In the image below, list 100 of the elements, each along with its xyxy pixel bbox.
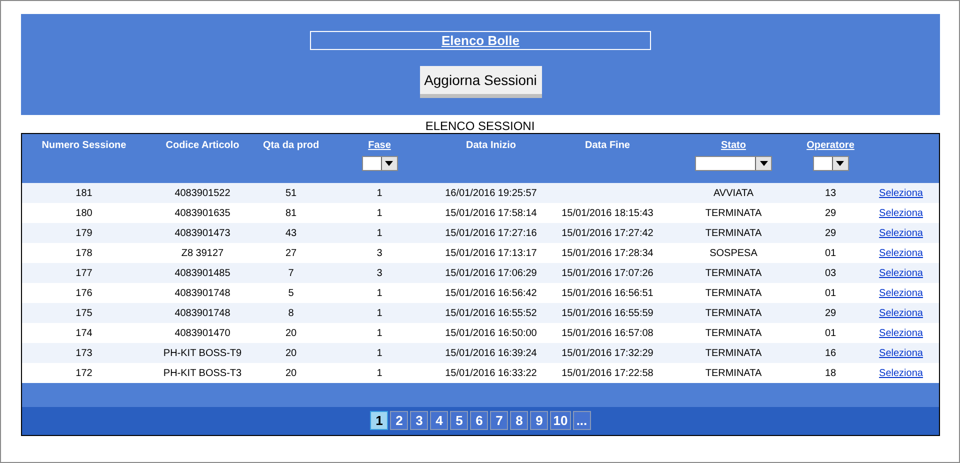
page-link[interactable]: 2 xyxy=(390,411,408,430)
table-cell: 15/01/2016 16:56:42 xyxy=(445,288,537,298)
table-cell: 15/01/2016 17:06:29 xyxy=(445,268,537,278)
page-title: Elenco Bolle xyxy=(310,31,651,50)
table-cell: 15/01/2016 16:33:22 xyxy=(445,368,537,378)
table-cell: 1 xyxy=(376,308,382,318)
table-cell: 4083901635 xyxy=(174,208,230,218)
table-cell: 178 xyxy=(76,248,92,258)
table-cell: 8 xyxy=(288,308,294,318)
table-cell: 177 xyxy=(76,268,92,278)
table-cell: PH-KIT BOSS-T3 xyxy=(163,368,242,378)
table-cell: 29 xyxy=(824,308,836,318)
select-link[interactable]: Seleziona xyxy=(879,328,923,338)
select-link[interactable]: Seleziona xyxy=(879,288,923,298)
page-link[interactable]: 4 xyxy=(430,411,448,430)
table-cell: 4083901748 xyxy=(174,288,230,298)
table-cell: TERMINATA xyxy=(705,348,762,358)
table-cell: 5 xyxy=(288,288,294,298)
table-cell: 51 xyxy=(285,188,297,198)
page-link[interactable]: 5 xyxy=(450,411,468,430)
filter-dropdown[interactable] xyxy=(362,156,398,171)
table-cell: 15/01/2016 18:15:43 xyxy=(562,208,654,218)
table-cell: 15/01/2016 17:13:17 xyxy=(445,248,537,258)
table-cell: 180 xyxy=(76,208,92,218)
column-header[interactable]: Fase xyxy=(368,140,391,150)
table-cell: 20 xyxy=(285,368,297,378)
page-link[interactable]: 1 xyxy=(370,411,388,430)
table-cell: TERMINATA xyxy=(705,368,762,378)
table-cell: 1 xyxy=(376,208,382,218)
table-cell: 01 xyxy=(824,248,836,258)
table-cell: 1 xyxy=(376,288,382,298)
table-cell: TERMINATA xyxy=(705,308,762,318)
column-header: Data Fine xyxy=(584,140,630,150)
table-cell: PH-KIT BOSS-T9 xyxy=(163,348,242,358)
table-cell: 15/01/2016 16:39:24 xyxy=(445,348,537,358)
table-cell: 15/01/2016 17:27:42 xyxy=(562,228,654,238)
select-link[interactable]: Seleziona xyxy=(879,208,923,218)
table-cell: TERMINATA xyxy=(705,228,762,238)
caret-icon xyxy=(760,161,768,166)
table-cell: 20 xyxy=(285,348,297,358)
table-cell: 4083901748 xyxy=(174,308,230,318)
caret-icon xyxy=(385,161,393,166)
table-cell: 7 xyxy=(288,268,294,278)
table-cell: 20 xyxy=(285,328,297,338)
table-cell: 4083901522 xyxy=(174,188,230,198)
table-cell: 03 xyxy=(824,268,836,278)
table-cell: TERMINATA xyxy=(705,208,762,218)
table-cell: 13 xyxy=(824,188,836,198)
table-cell: 181 xyxy=(76,188,92,198)
table-cell: 15/01/2016 17:27:16 xyxy=(445,228,537,238)
table-cell: 15/01/2016 16:55:59 xyxy=(562,308,654,318)
filter-dropdown[interactable] xyxy=(812,156,848,171)
table-cell: 3 xyxy=(376,268,382,278)
table-cell: 1 xyxy=(376,188,382,198)
page-link[interactable]: ... xyxy=(572,411,591,430)
table-cell: 1 xyxy=(376,348,382,358)
table-cell: 1 xyxy=(376,368,382,378)
table-cell: 172 xyxy=(76,368,92,378)
table-cell: Z8 39127 xyxy=(181,248,224,258)
table-cell: 81 xyxy=(285,208,297,218)
table-cell: 18 xyxy=(824,368,836,378)
table-cell: 4083901473 xyxy=(174,228,230,238)
table-cell: 43 xyxy=(285,228,297,238)
caret-icon xyxy=(836,161,844,166)
column-header: Data Inizio xyxy=(466,140,516,150)
page-link[interactable]: 7 xyxy=(490,411,508,430)
table-cell: 176 xyxy=(76,288,92,298)
table-cell: AVVIATA xyxy=(713,188,754,198)
table-cell: 15/01/2016 16:57:08 xyxy=(562,328,654,338)
table-cell: 4083901485 xyxy=(174,268,230,278)
table-cell: 4083901470 xyxy=(174,328,230,338)
table-cell: TERMINATA xyxy=(705,288,762,298)
page-link[interactable]: 3 xyxy=(410,411,428,430)
table-cell: 179 xyxy=(76,228,92,238)
table-cell: 15/01/2016 17:32:29 xyxy=(562,348,654,358)
table-cell: 27 xyxy=(285,248,297,258)
table-cell: 15/01/2016 16:55:52 xyxy=(445,308,537,318)
table-cell: 16 xyxy=(824,348,836,358)
page-link[interactable]: 6 xyxy=(470,411,488,430)
table-cell: 01 xyxy=(824,288,836,298)
select-link[interactable]: Seleziona xyxy=(879,368,923,378)
table-cell: 29 xyxy=(824,208,836,218)
page-link[interactable]: 8 xyxy=(510,411,528,430)
column-header: Numero Sessione xyxy=(42,140,126,150)
table-cell: 15/01/2016 16:50:00 xyxy=(445,328,537,338)
refresh-button[interactable]: Aggiorna Sessioni xyxy=(420,66,542,98)
column-header: Codice Articolo xyxy=(166,140,240,150)
table-cell: 174 xyxy=(76,328,92,338)
table-cell: SOSPESA xyxy=(710,248,758,258)
page-link[interactable]: 9 xyxy=(530,411,548,430)
table-cell: 15/01/2016 17:28:34 xyxy=(562,248,654,258)
table-caption: ELENCO SESSIONI xyxy=(424,118,536,133)
table-cell: 15/01/2016 17:58:14 xyxy=(445,208,537,218)
table-cell: 173 xyxy=(76,348,92,358)
column-header[interactable]: Stato xyxy=(721,140,746,150)
table-cell: TERMINATA xyxy=(705,328,762,338)
table-cell: 16/01/2016 19:25:57 xyxy=(445,188,537,198)
select-link[interactable]: Seleziona xyxy=(879,248,923,258)
page-link[interactable]: 10 xyxy=(550,411,571,430)
table-cell: 175 xyxy=(76,308,92,318)
